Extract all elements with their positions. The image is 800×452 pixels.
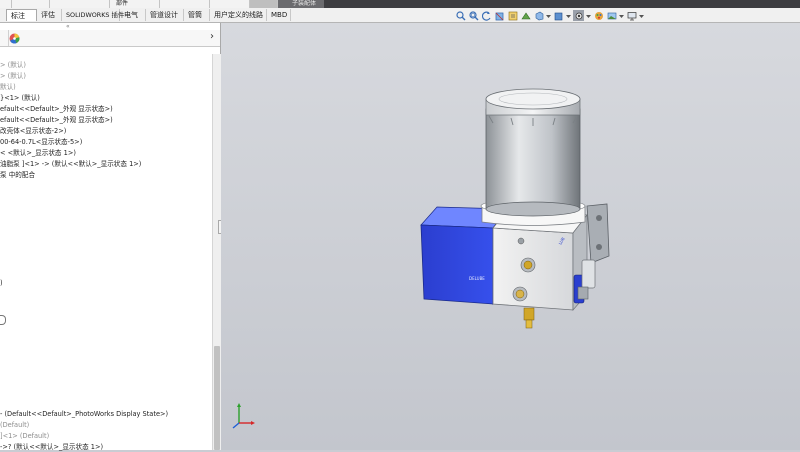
tab-evaluate[interactable]: 评估 xyxy=(37,9,62,21)
strip-seg-a[interactable] xyxy=(0,0,12,8)
heads-up-view-toolbar xyxy=(455,9,646,22)
tree-item[interactable]: 00-64-0.7L<显示状态-5>) xyxy=(0,137,82,147)
tree-item[interactable]: }<1> (默认) xyxy=(0,93,40,103)
chevron-right-icon[interactable]: › xyxy=(210,31,214,42)
tree-item[interactable]: - (Default<<Default>_PhotoWorks Display … xyxy=(0,409,168,419)
strip-seg-c[interactable] xyxy=(50,0,110,8)
strip-seg-b[interactable] xyxy=(12,0,50,8)
feature-tree: > (默认) > (默认) 默认) }<1> (默认) efault<<Defa… xyxy=(0,60,212,452)
grease-reservoir-cylinder[interactable] xyxy=(485,88,581,217)
tree-item[interactable]: ]<1> (Default) xyxy=(0,431,49,441)
tree-item[interactable]: > (默认) xyxy=(0,71,26,81)
housing-label-text: DELUBE xyxy=(469,276,485,281)
tree-item[interactable]: efault<<Default>_外观 显示状态>) xyxy=(0,104,113,114)
tree-item[interactable]: 改壳体<显示状态-2>) xyxy=(0,126,66,136)
display-style-icon[interactable] xyxy=(553,10,564,21)
apply-scene-icon[interactable] xyxy=(606,10,617,21)
tab-mbd[interactable]: MBD xyxy=(267,9,291,21)
section-view-icon[interactable] xyxy=(494,10,505,21)
panel-tab-bar: › xyxy=(0,30,220,47)
strip-dark-fill xyxy=(324,0,800,8)
tree-item[interactable]: (Default) xyxy=(0,420,29,430)
tree-item[interactable]: ) xyxy=(0,278,3,288)
mate-icon[interactable] xyxy=(520,10,531,21)
scrollbar-thumb[interactable] xyxy=(214,346,220,450)
chevron-down-icon[interactable] xyxy=(586,10,591,21)
model-render[interactable]: DELUBE LUB xyxy=(221,23,800,450)
strip-seg-g[interactable] xyxy=(250,0,278,8)
tree-item[interactable]: 默认) xyxy=(0,82,16,92)
command-manager-tabs: 标注 评估 SOLIDWORKS 插件 电气 管道设计 管筒 用户定义的线路 M… xyxy=(0,8,800,23)
appearance-icon[interactable] xyxy=(9,33,20,44)
tree-item[interactable]: 油脂泵 ]<1> -> (默认<<默认>_显示状态 1>) xyxy=(0,159,141,169)
tree-item[interactable]: > (默认) xyxy=(0,60,26,70)
strip-dark-tab[interactable]: 子装配体 xyxy=(278,0,324,8)
panel-tab-left[interactable] xyxy=(0,30,9,46)
tab-tubing[interactable]: 管筒 xyxy=(184,9,210,21)
tree-item[interactable]: efault<<Default>_外观 显示状态>) xyxy=(0,115,113,125)
hide-show-items-icon[interactable] xyxy=(573,10,584,21)
strip-seg-f[interactable] xyxy=(210,0,250,8)
tree-connector xyxy=(0,315,6,325)
mounting-bracket[interactable] xyxy=(586,203,610,264)
strip-seg-e[interactable] xyxy=(160,0,210,8)
tab-piping[interactable]: 管道设计 xyxy=(146,9,184,21)
tab-solidworks-addins[interactable]: SOLIDWORKS 插件 xyxy=(62,9,124,21)
tab-annotate[interactable]: 标注 xyxy=(6,9,37,21)
tree-item[interactable]: ->? (默认<<默认>_显示状态 1>) xyxy=(0,442,103,452)
collapse-glyph[interactable]: « xyxy=(66,23,70,30)
dynamic-annotation-icon[interactable] xyxy=(507,10,518,21)
zoom-to-area-icon[interactable] xyxy=(468,10,479,21)
feature-manager-panel: « › > (默认) > (默认) 默认) }<1> (默认) efault<<… xyxy=(0,23,221,452)
outlet-fitting[interactable] xyxy=(523,307,535,329)
chevron-down-icon[interactable] xyxy=(546,10,551,21)
graphics-viewport[interactable]: DELUBE LUB xyxy=(221,23,800,450)
tab-user-routing[interactable]: 用户定义的线路 xyxy=(210,9,267,21)
chevron-down-icon[interactable] xyxy=(639,10,644,21)
edit-appearance-icon[interactable] xyxy=(593,10,604,21)
coordinate-triad xyxy=(232,403,255,429)
tree-item[interactable]: < <默认>_显示状态 1>) xyxy=(0,148,76,158)
view-orientation-icon[interactable] xyxy=(533,10,544,21)
pump-body[interactable]: LUB xyxy=(492,210,588,311)
previous-view-icon[interactable] xyxy=(481,10,492,21)
strip-seg-d[interactable]: 部件 xyxy=(110,0,160,8)
view-settings-icon[interactable] xyxy=(626,10,637,21)
zoom-to-fit-icon[interactable] xyxy=(455,10,466,21)
chevron-down-icon[interactable] xyxy=(619,10,624,21)
tree-item[interactable]: 泵 中的配合 xyxy=(0,170,35,180)
tree-scrollbar[interactable] xyxy=(212,54,221,450)
tab-electrical[interactable]: 电气 xyxy=(120,9,146,21)
chevron-down-icon[interactable] xyxy=(566,10,571,21)
